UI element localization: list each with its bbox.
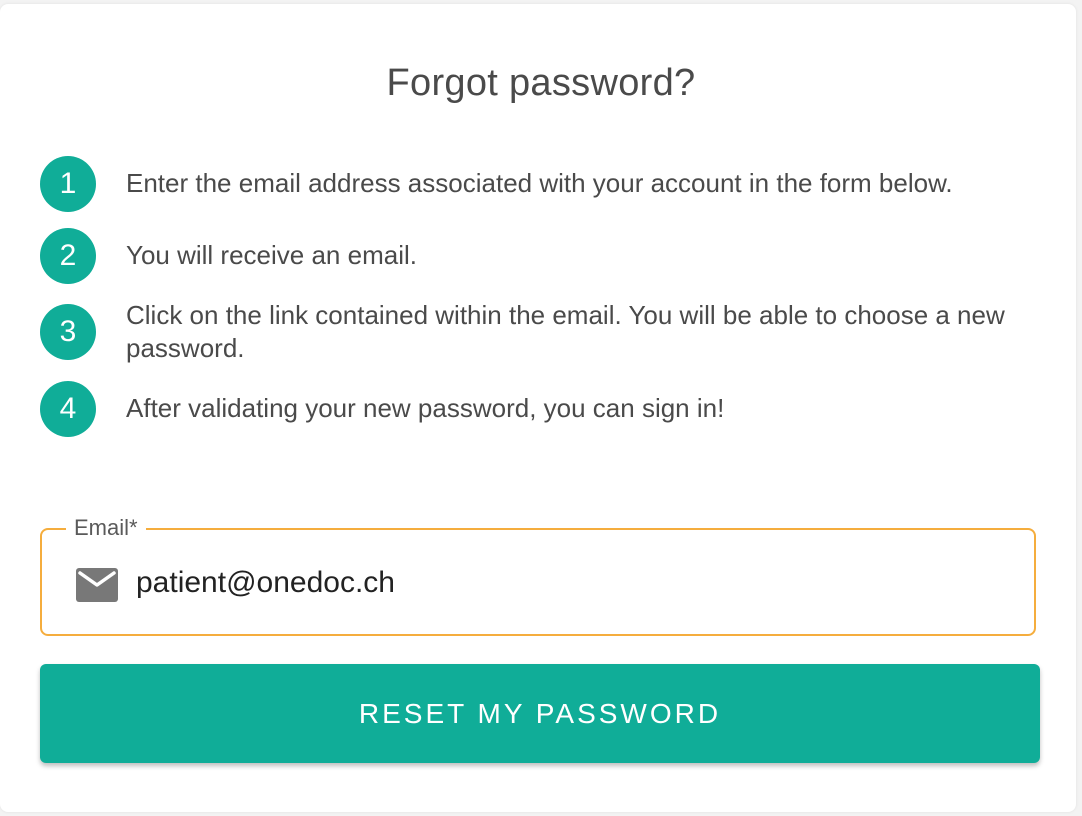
step-2: 2 You will receive an email. (40, 228, 1050, 284)
step-number-badge: 3 (40, 304, 96, 360)
step-text: Click on the link contained within the e… (126, 300, 1005, 363)
step-number-badge: 2 (40, 228, 96, 284)
step-1: 1 Enter the email address associated wit… (40, 156, 1050, 212)
step-text: You will receive an email. (126, 240, 417, 270)
step-number-badge: 1 (40, 156, 96, 212)
step-4: 4 After validating your new password, yo… (40, 381, 1050, 437)
step-3: 3 Click on the link contained within the… (40, 300, 1050, 363)
email-field-label: Email* (66, 515, 146, 541)
email-input[interactable] (136, 560, 996, 606)
email-field[interactable]: Email* (40, 515, 1036, 636)
step-number-badge: 4 (40, 381, 96, 437)
step-text: Enter the email address associated with … (126, 168, 953, 198)
page-title: Forgot password? (386, 62, 696, 104)
reset-password-button[interactable]: RESET MY PASSWORD (40, 664, 1040, 763)
step-text: After validating your new password, you … (126, 393, 725, 423)
mail-icon (76, 568, 118, 602)
